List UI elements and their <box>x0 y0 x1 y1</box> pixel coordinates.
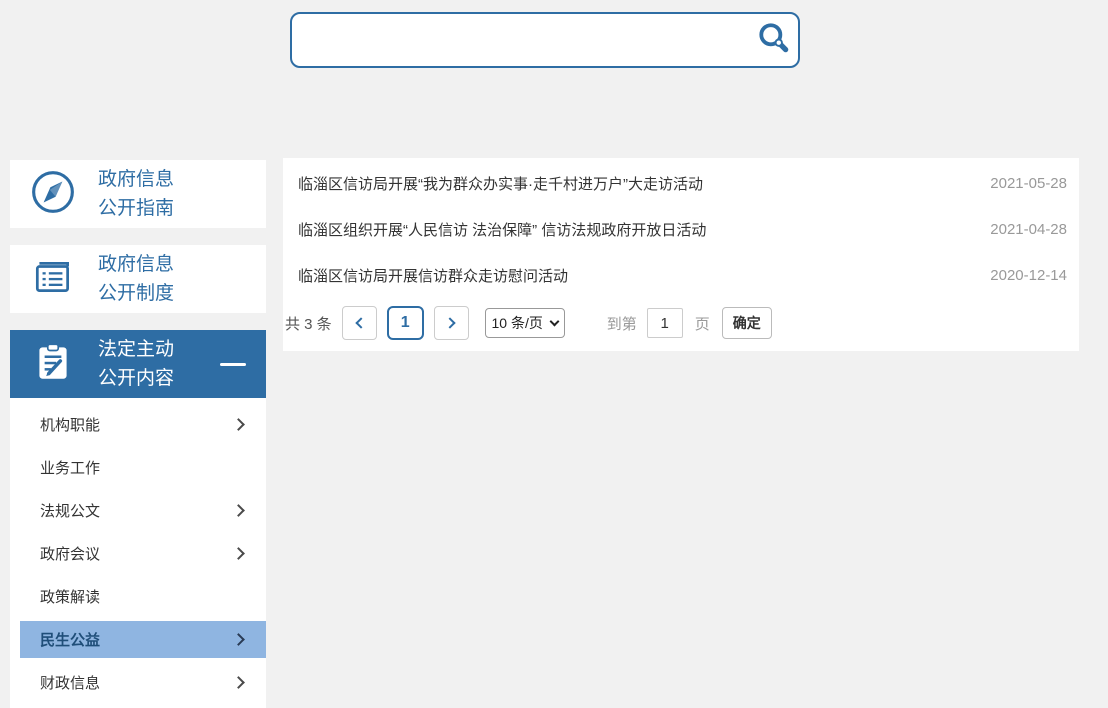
chevron-right-icon <box>444 317 455 328</box>
page-size-select[interactable]: 10 条/页 <box>485 308 565 338</box>
page-size-value: 10 条/页 <box>492 313 543 333</box>
search-button[interactable] <box>750 16 798 64</box>
sidebar-item-gov-info-guide[interactable]: 政府信息 公开指南 <box>10 160 266 228</box>
search-input[interactable] <box>292 14 750 66</box>
submenu-item-policy-interpretation[interactable]: 政策解读 <box>10 575 266 618</box>
submenu-item-label: 政府会议 <box>40 543 100 564</box>
sidebar-item-label: 政府信息 公开指南 <box>98 165 174 223</box>
search-bar <box>290 12 800 68</box>
document-list-icon <box>30 254 76 305</box>
confirm-button[interactable]: 确定 <box>722 307 772 339</box>
pagination-bar: 共 3 条 1 10 条/页 到第 页 确定 <box>283 306 1079 340</box>
sidebar-item-gov-info-system[interactable]: 政府信息 公开制度 <box>10 245 266 313</box>
content-panel: 临淄区信访局开展“我为群众办实事·走千村进万户”大走访活动 2021-05-28… <box>283 158 1079 351</box>
submenu-item-org-functions[interactable]: 机构职能 <box>10 403 266 446</box>
news-title[interactable]: 临淄区信访局开展信访群众走访慰问活动 <box>298 265 568 286</box>
news-row[interactable]: 临淄区信访局开展“我为群众办实事·走千村进万户”大走访活动 2021-05-28 <box>283 160 1079 206</box>
next-page-button[interactable] <box>434 306 469 340</box>
goto-page-prefix: 到第 <box>607 313 637 334</box>
submenu-item-fiscal-info[interactable]: 财政信息 <box>10 661 266 704</box>
sidebar: 政府信息 公开指南 政府信息 公开制度 <box>10 160 266 708</box>
chevron-left-icon <box>355 317 366 328</box>
submenu-item-label: 机构职能 <box>40 414 100 435</box>
news-date: 2020-12-14 <box>990 267 1067 284</box>
submenu-item-public-welfare[interactable]: 民生公益 <box>20 621 266 658</box>
news-date: 2021-04-28 <box>990 221 1067 238</box>
submenu-item-label: 法规公文 <box>40 500 100 521</box>
chevron-right-icon <box>232 547 245 560</box>
sidebar-item-label: 政府信息 公开制度 <box>98 250 174 308</box>
chevron-right-icon <box>232 418 245 431</box>
submenu-item-label: 财政信息 <box>40 672 100 693</box>
submenu-item-regulations[interactable]: 法规公文 <box>10 489 266 532</box>
goto-page-input[interactable] <box>647 308 683 338</box>
search-icon <box>756 21 792 60</box>
chevron-down-icon <box>549 316 559 326</box>
goto-page-suffix: 页 <box>695 313 710 334</box>
sidebar-submenu: 机构职能 业务工作 法规公文 政府会议 政策解读 民生公益 财政信息 <box>10 398 266 708</box>
sidebar-item-label: 法定主动 公开内容 <box>98 335 174 393</box>
chevron-right-icon <box>232 633 245 646</box>
total-count-label: 共 3 条 <box>285 313 332 334</box>
submenu-item-gov-meetings[interactable]: 政府会议 <box>10 532 266 575</box>
chevron-right-icon <box>232 676 245 689</box>
news-date: 2021-05-28 <box>990 175 1067 192</box>
news-row[interactable]: 临淄区信访局开展信访群众走访慰问活动 2020-12-14 <box>283 252 1079 298</box>
compass-icon <box>30 169 76 220</box>
news-title[interactable]: 临淄区信访局开展“我为群众办实事·走千村进万户”大走访活动 <box>298 173 703 194</box>
chevron-right-icon <box>232 504 245 517</box>
collapse-minus-icon <box>220 363 246 366</box>
sidebar-item-statutory-disclosure[interactable]: 法定主动 公开内容 <box>10 330 266 398</box>
current-page-button[interactable]: 1 <box>387 306 424 340</box>
news-title[interactable]: 临淄区组织开展“人民信访 法治保障” 信访法规政府开放日活动 <box>298 219 706 240</box>
submenu-item-label: 政策解读 <box>40 586 100 607</box>
submenu-item-business-work[interactable]: 业务工作 <box>10 446 266 489</box>
submenu-item-label: 业务工作 <box>40 457 100 478</box>
submenu-item-label: 民生公益 <box>40 629 100 650</box>
clipboard-edit-icon <box>30 339 76 390</box>
prev-page-button[interactable] <box>342 306 377 340</box>
news-row[interactable]: 临淄区组织开展“人民信访 法治保障” 信访法规政府开放日活动 2021-04-2… <box>283 206 1079 252</box>
